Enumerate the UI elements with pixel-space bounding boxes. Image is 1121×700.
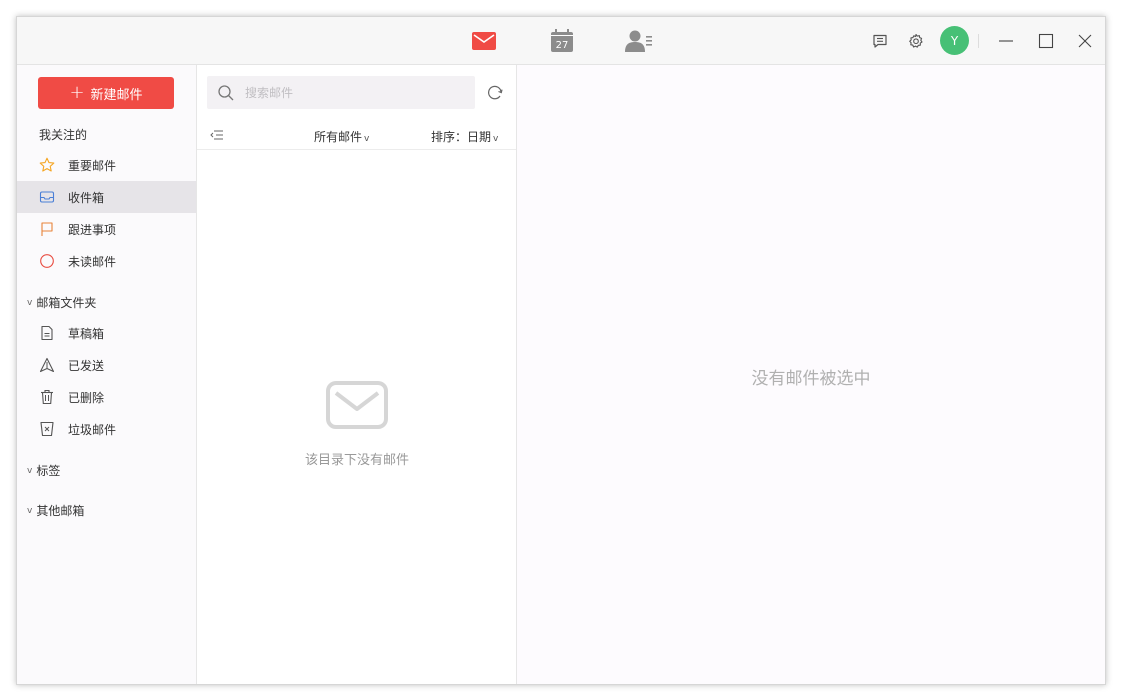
sidebar-item-inbox[interactable]: 收件箱 bbox=[17, 181, 196, 213]
draft-icon bbox=[39, 325, 55, 341]
contacts-nav-button[interactable] bbox=[624, 27, 654, 55]
plus-icon: + bbox=[69, 82, 85, 103]
sidebar-item-label: 草稿箱 bbox=[68, 326, 105, 341]
no-selection-text: 没有邮件被选中 bbox=[751, 369, 871, 389]
contacts-icon bbox=[625, 30, 652, 52]
search-input[interactable] bbox=[245, 85, 445, 100]
minimize-button[interactable] bbox=[995, 30, 1017, 52]
calendar-icon: 27 bbox=[551, 29, 573, 52]
sidebar-item-deleted[interactable]: 已删除 bbox=[17, 381, 196, 413]
chat-icon bbox=[873, 34, 887, 48]
calendar-day-label: 27 bbox=[556, 40, 569, 51]
minimize-icon bbox=[999, 40, 1013, 42]
sidebar: + 新建邮件 我关注的 重要邮件 收件箱 跟进事项 未读邮件 v 邮箱文件夹 草… bbox=[17, 65, 197, 684]
sidebar-item-label: 未读邮件 bbox=[68, 254, 117, 269]
spam-icon bbox=[39, 421, 55, 437]
search-icon bbox=[218, 84, 234, 100]
inbox-icon bbox=[39, 189, 55, 205]
circle-icon bbox=[39, 253, 55, 269]
sidebar-item-label: 跟进事项 bbox=[68, 222, 117, 237]
mail-icon bbox=[472, 32, 496, 50]
avatar-initial: Y bbox=[950, 33, 959, 48]
refresh-icon[interactable] bbox=[485, 83, 505, 103]
sidebar-item-followup[interactable]: 跟进事项 bbox=[17, 213, 196, 245]
chevron-down-icon: v bbox=[27, 297, 33, 308]
folders-title: 邮箱文件夹 bbox=[36, 296, 97, 310]
sidebar-item-label: 收件箱 bbox=[68, 190, 105, 205]
folders-group-toggle[interactable]: v 邮箱文件夹 bbox=[27, 294, 96, 311]
chevron-down-icon: v bbox=[493, 134, 499, 144]
empty-mail-icon bbox=[326, 381, 388, 429]
empty-list-text: 该目录下没有邮件 bbox=[304, 453, 409, 468]
mail-nav-button[interactable] bbox=[469, 27, 499, 55]
sidebar-item-spam[interactable]: 垃圾邮件 bbox=[17, 413, 196, 445]
sidebar-item-label: 垃圾邮件 bbox=[68, 422, 117, 437]
messages-button[interactable] bbox=[869, 30, 891, 52]
settings-button[interactable] bbox=[905, 30, 927, 52]
gear-icon bbox=[909, 33, 923, 48]
other-mailboxes-title: 其他邮箱 bbox=[36, 504, 85, 518]
sort-label: 排序：日期 bbox=[431, 130, 492, 144]
star-icon bbox=[39, 157, 55, 173]
close-icon bbox=[1078, 34, 1092, 48]
sidebar-item-unread[interactable]: 未读邮件 bbox=[17, 245, 196, 277]
message-list-pane: 所有邮件v 排序：日期v 该目录下没有邮件 bbox=[197, 65, 517, 684]
collapse-sidebar-icon[interactable] bbox=[209, 127, 225, 143]
sidebar-item-drafts[interactable]: 草稿箱 bbox=[17, 317, 196, 349]
maximize-icon bbox=[1038, 33, 1054, 49]
other-mailboxes-toggle[interactable]: v 其他邮箱 bbox=[27, 502, 84, 519]
close-button[interactable] bbox=[1074, 30, 1096, 52]
calendar-nav-button[interactable]: 27 bbox=[547, 27, 577, 55]
chevron-down-icon: v bbox=[27, 465, 33, 476]
sent-icon bbox=[39, 357, 55, 373]
mail-filter-dropdown[interactable]: 所有邮件 v bbox=[314, 128, 369, 145]
tags-group-toggle[interactable]: v 标签 bbox=[27, 462, 60, 479]
reading-pane: 没有邮件被选中 bbox=[517, 65, 1105, 684]
flag-icon bbox=[39, 221, 55, 237]
sort-dropdown[interactable]: 排序：日期 v bbox=[431, 128, 498, 145]
sidebar-item-sent[interactable]: 已发送 bbox=[17, 349, 196, 381]
favorites-title: 我关注的 bbox=[39, 128, 88, 142]
chevron-down-icon: v bbox=[27, 505, 33, 516]
compose-label: 新建邮件 bbox=[90, 87, 143, 103]
list-filter-bar: 所有邮件 v 排序：日期 v bbox=[197, 120, 516, 150]
tags-title: 标签 bbox=[36, 464, 61, 478]
sidebar-item-important[interactable]: 重要邮件 bbox=[17, 149, 196, 181]
trash-icon bbox=[39, 389, 55, 405]
title-bar: 27 Y bbox=[17, 17, 1105, 65]
search-box bbox=[207, 76, 475, 109]
sidebar-item-label: 已删除 bbox=[68, 390, 105, 405]
sidebar-item-label: 重要邮件 bbox=[68, 158, 117, 173]
mail-window: 27 Y + 新建邮件 我关注的 重要邮件 收件箱 跟进事项 未读邮件 v 邮箱… bbox=[16, 16, 1106, 685]
compose-button[interactable]: + 新建邮件 bbox=[38, 77, 174, 109]
mail-filter-label: 所有邮件 bbox=[314, 130, 363, 144]
maximize-button[interactable] bbox=[1035, 30, 1057, 52]
sidebar-item-label: 已发送 bbox=[68, 358, 105, 373]
avatar[interactable]: Y bbox=[940, 26, 969, 55]
titlebar-divider bbox=[978, 34, 979, 48]
chevron-down-icon: v bbox=[364, 134, 370, 144]
